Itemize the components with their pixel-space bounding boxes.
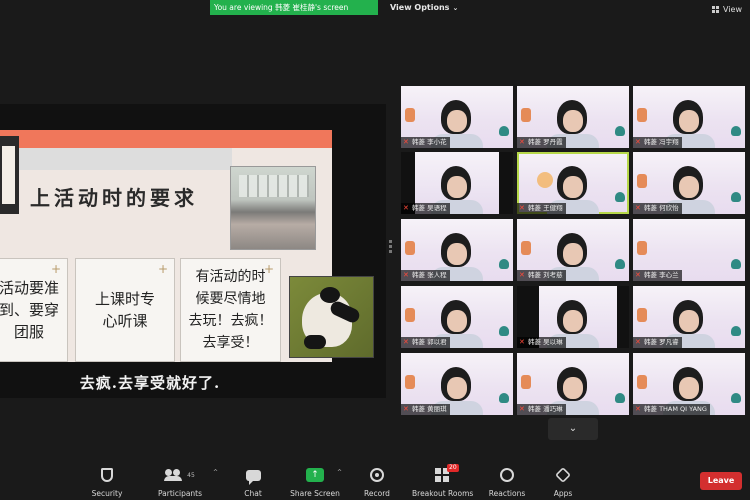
card1-line: 团服 — [13, 323, 44, 341]
shield-icon — [101, 468, 113, 482]
share-screen-label: Share Screen — [290, 489, 340, 498]
share-screen-icon: ↑ — [306, 468, 324, 482]
viewing-screen-text: You are viewing 韩菱 崔桂静's screen — [214, 3, 349, 12]
security-button[interactable]: Security — [77, 466, 137, 498]
resize-handle[interactable] — [389, 240, 392, 260]
classroom-photo — [230, 166, 316, 250]
participant-tile[interactable]: 韩菱 李小花 ✕ — [401, 86, 513, 148]
mic-muted-icon: ✕ — [635, 271, 641, 279]
breakout-rooms-badge: 20 — [447, 464, 459, 472]
mic-muted-icon: ✕ — [519, 338, 525, 346]
apps-label: Apps — [553, 489, 573, 498]
participants-button[interactable]: 45 Participants — [150, 466, 210, 498]
participant-tile[interactable]: 韩菱 张人程 ✕ — [401, 219, 513, 281]
security-label: Security — [91, 489, 123, 498]
slide-accent-strip — [0, 130, 332, 148]
card3-line: 去玩！去疯！ — [188, 313, 273, 329]
reactions-icon — [500, 468, 514, 482]
slide-card-1: + 活动要准 到、要穿 团服 — [0, 258, 68, 362]
participant-tile[interactable]: 韩菱 冯宇翔 ✕ — [633, 86, 745, 148]
participant-tile[interactable]: 韩菱 THAM QI YANG ✕ — [633, 353, 745, 415]
slide-subtitle: 去疯.去享受就好了. — [79, 374, 221, 392]
participants-count: 45 — [187, 471, 195, 479]
view-options-dropdown[interactable]: View Options ⌄ — [390, 0, 458, 15]
participant-tile[interactable]: 韩菱 罗丹霞 ✕ — [517, 86, 629, 148]
viewing-screen-badge: You are viewing 韩菱 崔桂静's screen — [210, 0, 378, 15]
share-caret-icon[interactable]: ^ — [337, 469, 342, 476]
reactions-button[interactable]: Reactions — [477, 466, 537, 498]
participant-tile[interactable]: 韩菱 李心兰 ✕ — [633, 219, 745, 281]
chat-label: Chat — [244, 489, 262, 498]
view-button[interactable]: View — [712, 5, 742, 14]
mic-muted-icon: ✕ — [403, 138, 409, 146]
participants-icon — [164, 469, 183, 481]
record-button[interactable]: Record — [347, 466, 407, 498]
chevron-down-icon: ⌄ — [452, 4, 459, 12]
chat-button[interactable]: Chat — [223, 466, 283, 498]
participant-tile[interactable]: 韩菱 吴语程 ✕ — [401, 152, 513, 214]
mic-muted-icon: ✕ — [403, 204, 409, 212]
participant-tile-active-speaker[interactable]: 韩菱 王健翔 ✕ — [517, 152, 629, 214]
participant-tile[interactable]: 韩菱 黄丽琪 ✕ — [401, 353, 513, 415]
panda-image — [289, 276, 374, 358]
plus-ornament-icon: + — [50, 262, 61, 276]
mic-muted-icon: ✕ — [403, 405, 409, 413]
grid-view-icon — [712, 6, 720, 13]
mic-muted-icon: ✕ — [403, 271, 409, 279]
participant-name: 韩菱 THAM QI YANG — [633, 404, 710, 415]
leave-button[interactable]: Leave — [700, 472, 742, 490]
view-label: View — [723, 5, 742, 14]
participants-label: Participants — [157, 489, 203, 498]
participants-caret-icon[interactable]: ^ — [213, 469, 218, 476]
record-label: Record — [364, 489, 390, 498]
plus-ornament-icon: + — [263, 262, 274, 276]
mic-muted-icon: ✕ — [519, 271, 525, 279]
mic-muted-icon: ✕ — [635, 138, 641, 146]
card1-line: 到、要穿 — [0, 301, 59, 319]
card3-line: 候要尽情地 — [195, 291, 266, 307]
mic-muted-icon: ✕ — [635, 204, 641, 212]
breakout-rooms-icon: 20 — [435, 464, 459, 482]
card3-line: 有活动的时 — [195, 269, 266, 285]
share-screen-button[interactable]: ↑ Share Screen — [285, 466, 345, 498]
mic-muted-icon: ✕ — [519, 204, 525, 212]
participant-tile[interactable]: 韩菱 何欣怡 ✕ — [633, 152, 745, 214]
zoom-meeting-window: You are viewing 韩菱 崔桂静's screen View Opt… — [0, 0, 750, 500]
slide-card-2: + 上课时专 心听课 — [75, 258, 175, 362]
chevron-down-icon: ⌄ — [568, 423, 578, 434]
card1-line: 活动要准 — [0, 279, 59, 297]
slide-side-decoration — [0, 136, 19, 214]
participant-tile[interactable]: 韩菱 罗凡睿 ✕ — [633, 286, 745, 348]
mic-muted-icon: ✕ — [519, 405, 525, 413]
reactions-label: Reactions — [488, 489, 526, 498]
record-icon — [370, 468, 384, 482]
card3-line: 去享受！ — [202, 335, 259, 351]
plus-ornament-icon: + — [157, 262, 168, 276]
participant-tile[interactable]: 韩菱 潘巧琳 ✕ — [517, 353, 629, 415]
chat-icon — [245, 469, 261, 485]
view-options-label: View Options — [390, 3, 450, 12]
mic-muted-icon: ✕ — [403, 338, 409, 346]
next-page-button[interactable]: ⌄ — [548, 418, 598, 440]
participant-tile[interactable]: 韩菱 吴以琳 ✕ — [517, 286, 629, 348]
mic-muted-icon: ✕ — [635, 338, 641, 346]
participant-tile[interactable]: 韩菱 郭以君 ✕ — [401, 286, 513, 348]
mic-muted-icon: ✕ — [519, 138, 525, 146]
breakout-rooms-label: Breakout Rooms — [412, 489, 474, 498]
shared-screen[interactable]: 上活动时的要求 + 活动要准 到、要穿 团服 + 上课时专 心听课 + 有活动的… — [0, 104, 386, 398]
mic-muted-icon: ✕ — [635, 405, 641, 413]
presentation-slide: 上活动时的要求 + 活动要准 到、要穿 团服 + 上课时专 心听课 + 有活动的… — [0, 130, 332, 362]
card2-line: 心听课 — [102, 312, 148, 330]
breakout-rooms-button[interactable]: 20 Breakout Rooms — [412, 464, 474, 498]
meeting-toolbar: Security 45 Participants ^ Chat ↑ Share … — [0, 460, 750, 500]
slide-header-band — [14, 148, 232, 170]
apps-icon — [555, 467, 571, 483]
slide-title: 上活动时的要求 — [30, 186, 198, 210]
apps-button[interactable]: Apps — [533, 466, 593, 498]
card2-line: 上课时专 — [94, 290, 155, 308]
participant-tile[interactable]: 韩菱 刘考慈 ✕ — [517, 219, 629, 281]
slide-card-3: + 有活动的时 候要尽情地 去玩！去疯！ 去享受！ — [180, 258, 281, 362]
